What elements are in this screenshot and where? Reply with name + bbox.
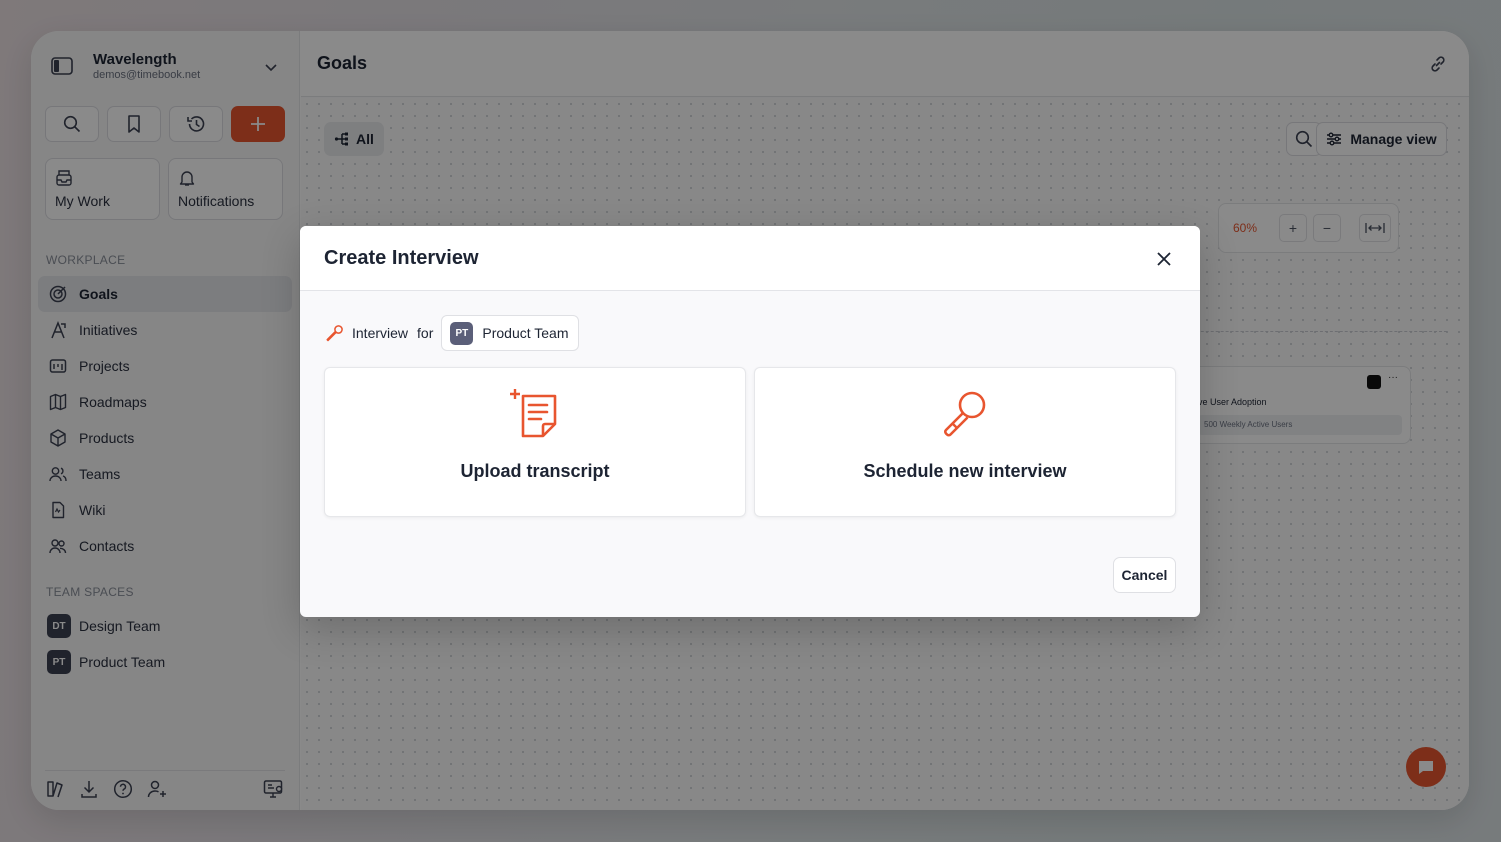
modal-title: Create Interview (324, 247, 479, 269)
schedule-interview-option[interactable]: Schedule new interview (754, 367, 1176, 517)
microphone-icon (939, 388, 991, 440)
modal-header: Create Interview (300, 226, 1200, 291)
team-selector[interactable]: PT Product Team (441, 315, 579, 351)
create-interview-modal: Create Interview Interview for PT Produc… (300, 226, 1200, 617)
cancel-button[interactable]: Cancel (1113, 557, 1176, 593)
upload-transcript-label: Upload transcript (460, 461, 610, 481)
interview-word: Interview (352, 325, 409, 341)
close-icon[interactable] (1152, 247, 1176, 271)
schedule-interview-label: Schedule new interview (863, 461, 1067, 481)
for-word: for (417, 325, 434, 341)
team-name: Product Team (482, 325, 569, 341)
upload-transcript-option[interactable]: Upload transcript (324, 367, 746, 517)
transcript-icon (509, 388, 561, 440)
microphone-icon (326, 325, 343, 342)
team-avatar: PT (450, 321, 474, 345)
interview-for-row: Interview for PT Product Team (326, 315, 579, 351)
